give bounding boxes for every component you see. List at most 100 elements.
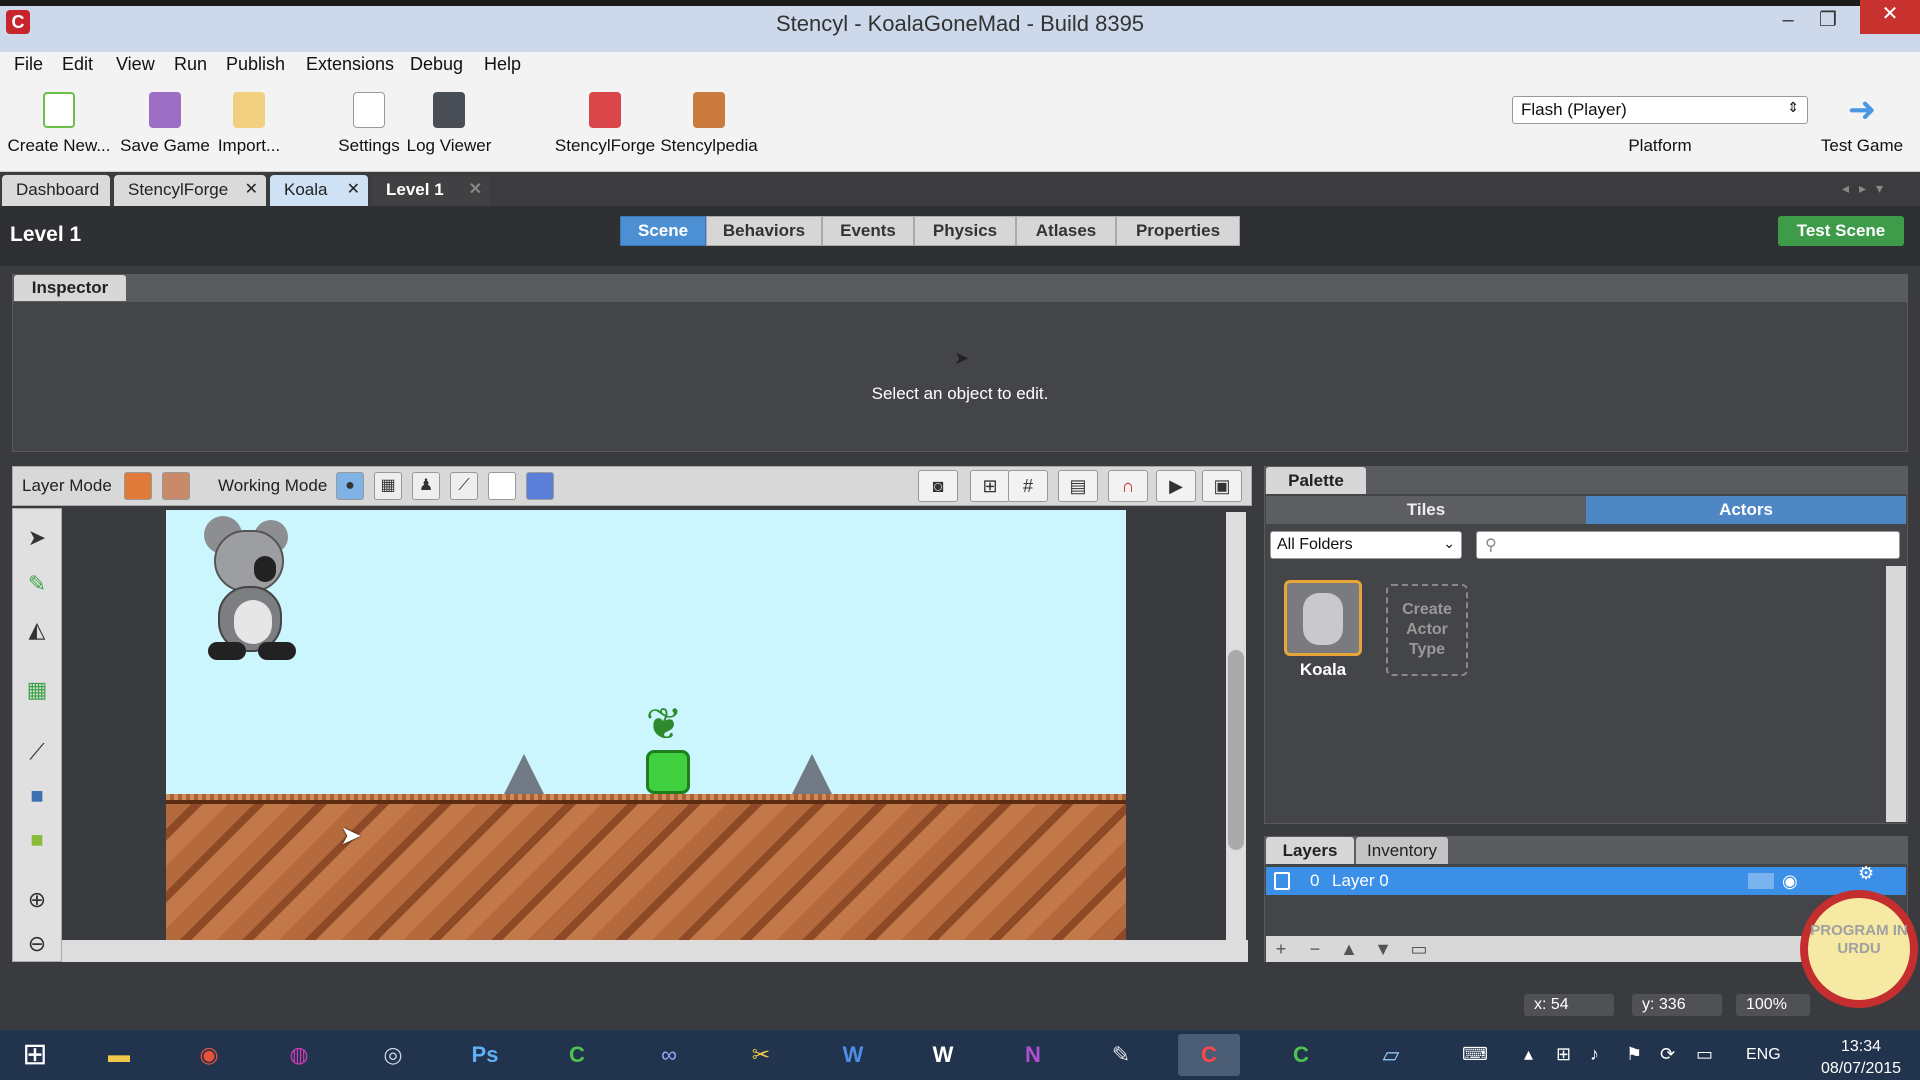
spike-actor[interactable] bbox=[792, 754, 832, 794]
create-actor-type-button[interactable]: Create Actor Type bbox=[1386, 584, 1468, 676]
tab-scroll-arrows[interactable]: ◂▸▾ bbox=[1842, 180, 1893, 197]
tab-properties[interactable]: Properties bbox=[1116, 216, 1240, 246]
rect-tool-icon[interactable]: ■ bbox=[18, 778, 56, 814]
canvas-horizontal-scrollbar[interactable] bbox=[62, 940, 1248, 962]
stencylforge-button[interactable]: StencylForge bbox=[546, 86, 664, 166]
background-icon[interactable]: ▣ bbox=[1202, 470, 1242, 502]
play-icon[interactable]: ▶ bbox=[1156, 470, 1196, 502]
windows-icon[interactable]: ⊞ bbox=[1556, 1044, 1571, 1065]
magnet-icon[interactable]: ∩ bbox=[1108, 470, 1148, 502]
windows-start-icon[interactable]: ⊞ bbox=[4, 1034, 66, 1076]
mode-actor-icon[interactable]: ♟ bbox=[412, 472, 440, 500]
move-up-icon[interactable]: ▲ bbox=[1336, 938, 1362, 960]
menu-help[interactable]: Help bbox=[484, 54, 521, 75]
infinity-app-icon[interactable]: ∞ bbox=[638, 1034, 700, 1076]
menu-publish[interactable]: Publish bbox=[226, 54, 285, 75]
actor-koala-thumbnail[interactable] bbox=[1284, 580, 1362, 656]
create-new-button[interactable]: Create New... bbox=[0, 86, 118, 166]
word-doc-icon[interactable]: W bbox=[912, 1034, 974, 1076]
onenote-icon[interactable]: N bbox=[1002, 1034, 1064, 1076]
layer-color-swatch[interactable] bbox=[1748, 873, 1774, 889]
add-layer-icon[interactable]: + bbox=[1268, 938, 1294, 960]
pointer-icon[interactable]: ➤ bbox=[18, 520, 56, 556]
mode-path-icon[interactable]: ⟋ bbox=[450, 472, 478, 500]
region-tool-icon[interactable]: ■ bbox=[18, 822, 56, 858]
menu-file[interactable]: File bbox=[14, 54, 43, 75]
pencil-icon[interactable]: ✎ bbox=[18, 566, 56, 602]
flag-icon[interactable]: ⚑ bbox=[1626, 1044, 1642, 1065]
close-icon[interactable]: ✕ bbox=[1860, 0, 1920, 34]
grid-snap-icon[interactable]: ▤ bbox=[1058, 470, 1098, 502]
palette-tab[interactable]: Palette bbox=[1266, 467, 1366, 494]
photoshop-icon[interactable]: Ps bbox=[454, 1034, 516, 1076]
file-explorer-icon[interactable]: ▬ bbox=[88, 1034, 150, 1076]
app-icon-pink[interactable]: ◍ bbox=[268, 1034, 330, 1076]
tab-dashboard[interactable]: Dashboard bbox=[2, 175, 110, 206]
log-viewer-button[interactable]: Log Viewer bbox=[390, 86, 508, 166]
fill-bucket-icon[interactable]: ◭ bbox=[18, 612, 56, 648]
tray-expand-icon[interactable]: ▴ bbox=[1524, 1044, 1533, 1065]
mode-tiles-icon[interactable]: ▦ bbox=[374, 472, 402, 500]
layer-properties-icon[interactable]: ▭ bbox=[1406, 938, 1432, 960]
layer-row[interactable]: 0 Layer 0 ◉ ⚙ bbox=[1266, 863, 1906, 895]
tab-behaviors[interactable]: Behaviors bbox=[706, 216, 822, 246]
line-tool-icon[interactable]: ⟋ bbox=[18, 734, 56, 770]
import-button[interactable]: Import... bbox=[190, 86, 308, 166]
tile-grid-icon[interactable]: ▦ bbox=[18, 672, 56, 708]
palette-scrollbar[interactable] bbox=[1886, 566, 1906, 822]
plant-actor[interactable] bbox=[646, 750, 690, 794]
sync-icon[interactable]: ⟳ bbox=[1660, 1044, 1675, 1065]
language-indicator[interactable]: ENG bbox=[1746, 1046, 1781, 1064]
tab-layers[interactable]: Layers bbox=[1266, 837, 1354, 864]
gear-icon[interactable]: ⚙ bbox=[1858, 859, 1874, 887]
menu-debug[interactable]: Debug bbox=[410, 54, 463, 75]
paint-icon[interactable]: ✎ bbox=[1090, 1034, 1152, 1076]
camtasia-icon[interactable]: C bbox=[546, 1034, 608, 1076]
mode-terrain-icon[interactable] bbox=[526, 472, 554, 500]
koala-actor[interactable] bbox=[204, 516, 296, 660]
tab-physics[interactable]: Physics bbox=[914, 216, 1016, 246]
close-tab-icon[interactable]: ✕ bbox=[245, 175, 258, 205]
zoom-in-icon[interactable]: ⊕ bbox=[18, 882, 56, 918]
tab-scene[interactable]: Scene bbox=[620, 216, 706, 246]
close-tab-icon[interactable]: ✕ bbox=[347, 175, 360, 205]
notes-icon[interactable]: ▱ bbox=[1360, 1034, 1422, 1076]
word-icon[interactable]: W bbox=[822, 1034, 884, 1076]
layer-mode-single-button[interactable] bbox=[124, 472, 152, 500]
tab-events[interactable]: Events bbox=[822, 216, 914, 246]
tab-inventory[interactable]: Inventory bbox=[1356, 837, 1448, 864]
menu-run[interactable]: Run bbox=[174, 54, 207, 75]
chrome-icon[interactable]: ◉ bbox=[178, 1034, 240, 1076]
clock[interactable]: 13:34 08/07/2015 bbox=[1816, 1036, 1906, 1080]
test-game-button[interactable]: ➜ Test Game bbox=[1812, 90, 1912, 170]
palette-tab-actors[interactable]: Actors bbox=[1586, 496, 1906, 524]
platform-select[interactable]: Flash (Player) ⇕ bbox=[1512, 96, 1808, 124]
tab-level-1[interactable]: Level 1 ✕ bbox=[372, 175, 490, 206]
mode-region-icon[interactable] bbox=[488, 472, 516, 500]
minimize-icon[interactable]: – bbox=[1768, 6, 1808, 36]
move-down-icon[interactable]: ▼ bbox=[1370, 938, 1396, 960]
tools-icon[interactable]: ✂ bbox=[730, 1034, 792, 1076]
eye-icon[interactable]: ◉ bbox=[1782, 867, 1798, 895]
network-icon[interactable]: ▭ bbox=[1696, 1044, 1713, 1065]
folder-select[interactable]: All Folders ⌄ bbox=[1270, 531, 1462, 559]
safari-icon[interactable]: ◎ bbox=[362, 1034, 424, 1076]
menu-extensions[interactable]: Extensions bbox=[306, 54, 394, 75]
zoom-out-icon[interactable]: ⊖ bbox=[18, 926, 56, 962]
tab-atlases[interactable]: Atlases bbox=[1016, 216, 1116, 246]
test-scene-button[interactable]: Test Scene bbox=[1778, 216, 1904, 246]
tab-stencylforge[interactable]: StencylForge ✕ bbox=[114, 175, 266, 206]
remove-layer-icon[interactable]: − bbox=[1302, 938, 1328, 960]
stencyl-icon[interactable]: C bbox=[1178, 1034, 1240, 1076]
inspector-tab[interactable]: Inspector bbox=[14, 275, 126, 301]
palette-search-input[interactable]: ⚲ bbox=[1476, 531, 1900, 559]
menu-view[interactable]: View bbox=[116, 54, 155, 75]
mode-globe-icon[interactable]: ● bbox=[336, 472, 364, 500]
stencylpedia-button[interactable]: Stencylpedia bbox=[650, 86, 768, 166]
close-tab-icon[interactable]: ✕ bbox=[469, 175, 482, 205]
tab-koala[interactable]: Koala ✕ bbox=[270, 175, 368, 206]
restore-icon[interactable]: ❐ bbox=[1808, 6, 1848, 36]
grid-icon[interactable]: # bbox=[1008, 470, 1048, 502]
speaker-icon[interactable]: ♪ bbox=[1590, 1044, 1599, 1065]
spike-actor[interactable] bbox=[504, 754, 544, 794]
